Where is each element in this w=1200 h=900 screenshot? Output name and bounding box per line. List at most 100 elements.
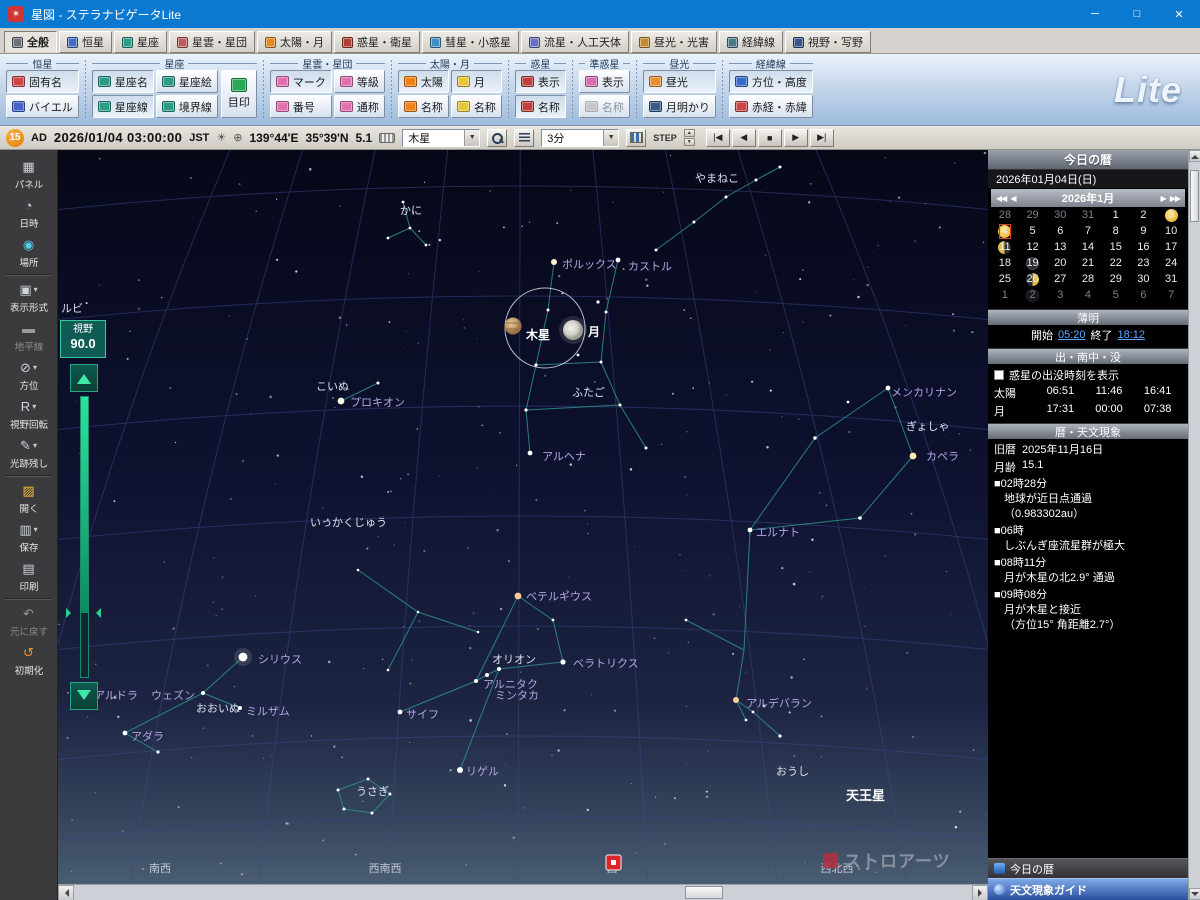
calendar-day[interactable]: 17 [1157,239,1185,255]
calendar-day[interactable]: 2 [1130,207,1158,223]
tab-星雲・星団[interactable]: 星雲・星団 [169,31,255,53]
day-badge[interactable]: 15 [6,128,24,147]
planet-show-button[interactable]: 表示 [514,70,566,93]
calendar-day[interactable]: 29 [1102,271,1130,287]
tab-彗星・小惑星[interactable]: 彗星・小惑星 [422,31,519,53]
zoom-in-button[interactable] [70,364,98,392]
proper-name-button[interactable]: 固有名 [6,70,79,93]
tab-惑星・衛星[interactable]: 惑星・衛星 [334,31,420,53]
fov-slider[interactable] [80,396,89,678]
skip-to-end-button[interactable]: ▶| [809,128,834,147]
calendar-day[interactable]: 18 [991,255,1019,271]
display-format-button[interactable]: ▣ ▾ 表示形式 [0,278,57,317]
calendar-day[interactable]: 8 [1102,223,1130,239]
calendar-day[interactable]: 5 [1019,223,1047,239]
calendar-day[interactable]: 23 [1130,255,1158,271]
calendar-day[interactable]: 11 [991,239,1019,255]
calendar-day[interactable]: 16 [1130,239,1158,255]
calendar-day[interactable]: 4 [991,223,1019,239]
step-down-button[interactable]: ▼ [683,138,695,146]
calendar-day[interactable]: 2 [1019,287,1047,303]
calendar-day[interactable]: 29 [1019,207,1047,223]
calendar-day[interactable]: 4 [1074,287,1102,303]
save-button[interactable]: ▥ ▾ 保存 [0,518,57,557]
tab-流星・人工天体[interactable]: 流星・人工天体 [521,31,629,53]
trail-button[interactable]: ✎ ▾ 光跡残し [0,434,57,473]
calendar-day[interactable]: 19 [1019,255,1047,271]
location-button[interactable]: ◉ 場所 [0,233,57,272]
next-month-button[interactable]: ▶ [1159,194,1168,203]
print-button[interactable]: ▤ 印刷 [0,557,57,596]
object-list-button[interactable] [514,128,535,147]
calendar-day[interactable]: 26 [1019,271,1047,287]
twilight-start-time[interactable]: 05:20 [1058,329,1086,341]
today-calendar-tab[interactable]: 今日の暦 [988,858,1188,878]
scroll-left-button[interactable] [58,884,74,900]
common-name-button[interactable]: 通称 [333,95,385,118]
calendar-day[interactable]: 30 [1046,207,1074,223]
next-year-button[interactable]: ▶▶ [1168,194,1182,203]
calendar-day[interactable]: 22 [1102,255,1130,271]
scroll-up-button[interactable] [1189,150,1200,162]
prev-month-button[interactable]: ◀ [1008,194,1017,203]
target-select[interactable]: 木星 ▼ [402,128,481,147]
mark-button[interactable]: マーク [269,70,332,93]
calendar-day[interactable]: 27 [1046,271,1074,287]
step-up-button[interactable]: ▲ [683,129,695,137]
calendar-day[interactable]: 30 [1130,271,1158,287]
tab-全般[interactable]: 全般 [4,31,57,53]
tab-恒星[interactable]: 恒星 [59,31,112,53]
planet-name-button[interactable]: 名称 [514,95,566,118]
azimuth-altitude-button[interactable]: 方位・高度 [728,70,813,93]
minimize-button[interactable]: ─ [1074,0,1116,28]
tab-視野・写野[interactable]: 視野・写野 [785,31,871,53]
calendar-day[interactable]: 9 [1130,223,1158,239]
skip-to-start-button[interactable]: |◀ [705,128,730,147]
calendar-day[interactable]: 10 [1157,223,1185,239]
moonlight-button[interactable]: 月明かり [642,95,716,118]
bayer-button[interactable]: バイエル [6,95,79,118]
astro-guide-tab[interactable]: 天文現象ガイド [988,878,1188,900]
marker-button[interactable]: 目印 [220,70,257,118]
calendar-day[interactable]: 28 [991,207,1019,223]
moon-button[interactable]: 月 [450,70,502,93]
calendar-day[interactable]: 20 [1046,255,1074,271]
scroll-down-button[interactable] [1189,888,1200,900]
maximize-button[interactable]: □ [1116,0,1158,28]
daylight-button[interactable]: 昼光 [642,70,716,93]
tab-星座[interactable]: 星座 [114,31,167,53]
calendar-day[interactable]: 13 [1046,239,1074,255]
calendar-day[interactable]: 21 [1074,255,1102,271]
horizontal-scroll-track[interactable] [74,885,972,900]
constellation-line-button[interactable]: 星座線 [91,95,154,118]
step-mode-button[interactable] [626,128,647,147]
panel-button[interactable]: ▦ パネル [0,155,57,194]
time-step-select[interactable]: 3分 ▼ [541,128,620,147]
tab-太陽・月[interactable]: 太陽・月 [257,31,332,53]
magnitude-button[interactable]: 等級 [333,70,385,93]
calendar-day[interactable]: 5 [1102,287,1130,303]
calendar-day[interactable]: 6 [1046,223,1074,239]
calendar-day[interactable]: 25 [991,271,1019,287]
moon-name-button[interactable]: 名称 [450,95,502,118]
datetime-button[interactable]: ◔ 日時 [0,194,57,233]
tab-経緯線[interactable]: 経緯線 [719,31,783,53]
red-marker-icon[interactable] [605,854,622,871]
calendar-day[interactable]: 15 [1102,239,1130,255]
horizontal-scroll-thumb[interactable] [684,885,723,899]
calendar-day[interactable]: 12 [1019,239,1047,255]
calendar-day[interactable]: 24 [1157,255,1185,271]
latitude-field[interactable]: 35°39'N [306,131,349,145]
vertical-scrollbar[interactable] [1188,150,1200,900]
sun-button[interactable]: 太陽 [397,70,449,93]
calendar-day[interactable]: 1 [991,287,1019,303]
longitude-field[interactable]: 139°44'E [250,131,299,145]
fov-rotation-button[interactable]: R ▾ 視野回転 [0,395,57,434]
ra-dec-button[interactable]: 赤経・赤緯 [728,95,813,118]
calendar-day[interactable]: 3 [1046,287,1074,303]
boundary-line-button[interactable]: 境界線 [155,95,218,118]
vertical-scroll-track[interactable] [1189,162,1200,888]
star-chart[interactable]: やまねこ かに ポルックス カストル 木星 月こいぬ プロキオン ふたご メンカリナン ぎょしゃカ… [58,150,988,884]
play-forward-button[interactable]: ▶ [783,128,808,147]
zoom-out-button[interactable] [70,682,98,710]
